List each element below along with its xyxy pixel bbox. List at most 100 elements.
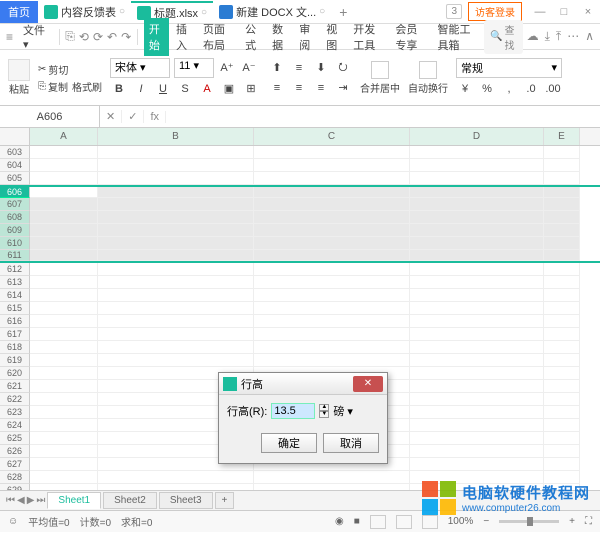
- cell[interactable]: [544, 419, 580, 432]
- cell[interactable]: [30, 432, 98, 445]
- cell[interactable]: [30, 211, 98, 224]
- sheet-tab-1[interactable]: Sheet1: [47, 492, 101, 509]
- close-icon[interactable]: ○: [319, 6, 325, 17]
- ribbon-tab-dev[interactable]: 开发工具: [348, 18, 388, 56]
- cell[interactable]: [544, 302, 580, 315]
- bold-button[interactable]: B: [110, 80, 128, 98]
- cell[interactable]: [98, 471, 254, 484]
- row-header[interactable]: 613: [0, 276, 30, 289]
- percent-icon[interactable]: %: [478, 80, 496, 98]
- cell[interactable]: [98, 187, 254, 198]
- number-format-select[interactable]: 常规▾: [456, 58, 562, 78]
- row-header[interactable]: 619: [0, 354, 30, 367]
- cell[interactable]: [544, 406, 580, 419]
- row-619[interactable]: 619: [0, 354, 600, 367]
- cell[interactable]: [254, 354, 410, 367]
- cell[interactable]: [98, 159, 254, 172]
- cell[interactable]: [30, 458, 98, 471]
- cell[interactable]: [30, 419, 98, 432]
- font-color-button[interactable]: A: [198, 80, 216, 98]
- row-header[interactable]: 610: [0, 237, 30, 250]
- search-box[interactable]: 🔍 查找: [484, 20, 523, 54]
- row-613[interactable]: 613: [0, 276, 600, 289]
- row-header[interactable]: 609: [0, 224, 30, 237]
- align-top-icon[interactable]: ⬆: [268, 59, 286, 77]
- cloud-icon[interactable]: ☁: [527, 29, 539, 44]
- print-icon[interactable]: ⟲: [79, 30, 89, 44]
- cell[interactable]: [410, 211, 544, 224]
- row-615[interactable]: 615: [0, 302, 600, 315]
- cell[interactable]: [98, 302, 254, 315]
- cell[interactable]: [30, 328, 98, 341]
- ribbon-tab-insert[interactable]: 插入: [171, 18, 196, 56]
- dialog-close-button[interactable]: ✕: [353, 376, 383, 392]
- cell[interactable]: [544, 250, 580, 261]
- cell[interactable]: [254, 328, 410, 341]
- eye-icon[interactable]: ◉: [335, 516, 344, 527]
- cell[interactable]: [544, 187, 580, 198]
- row-608[interactable]: 608: [0, 211, 600, 224]
- zoom-out-icon[interactable]: −: [483, 516, 489, 527]
- cell[interactable]: [254, 237, 410, 250]
- cell[interactable]: [410, 289, 544, 302]
- cell[interactable]: [30, 341, 98, 354]
- cell[interactable]: [254, 302, 410, 315]
- cell[interactable]: [30, 237, 98, 250]
- name-box[interactable]: A606: [0, 106, 100, 127]
- cell[interactable]: [98, 315, 254, 328]
- row-header[interactable]: 618: [0, 341, 30, 354]
- row-607[interactable]: 607: [0, 198, 600, 211]
- row-605[interactable]: 605: [0, 172, 600, 185]
- cell[interactable]: [30, 224, 98, 237]
- font-select[interactable]: 宋体 ▾: [110, 58, 170, 78]
- cell[interactable]: [30, 406, 98, 419]
- align-right-icon[interactable]: ≡: [312, 79, 330, 97]
- cell[interactable]: [30, 302, 98, 315]
- cell[interactable]: [30, 315, 98, 328]
- cell[interactable]: [544, 146, 580, 159]
- row-610[interactable]: 610: [0, 237, 600, 250]
- row-header[interactable]: 622: [0, 393, 30, 406]
- cell[interactable]: [30, 354, 98, 367]
- row-header[interactable]: 626: [0, 445, 30, 458]
- dec-dec-icon[interactable]: .00: [544, 80, 562, 98]
- cell[interactable]: [544, 237, 580, 250]
- row-header[interactable]: 607: [0, 198, 30, 211]
- cell[interactable]: [254, 224, 410, 237]
- cell[interactable]: [30, 367, 98, 380]
- cell[interactable]: [410, 250, 544, 261]
- decrease-font-icon[interactable]: A⁻: [240, 59, 258, 77]
- cell[interactable]: [30, 393, 98, 406]
- break-view-icon[interactable]: [422, 515, 438, 529]
- grid-icon[interactable]: ■: [354, 516, 360, 527]
- cell[interactable]: [254, 484, 410, 490]
- dialog-titlebar[interactable]: 行高 ✕: [219, 373, 387, 395]
- cell[interactable]: [410, 419, 544, 432]
- cell[interactable]: [410, 458, 544, 471]
- align-center-icon[interactable]: ≡: [290, 79, 308, 97]
- cell[interactable]: [544, 432, 580, 445]
- cell[interactable]: [254, 159, 410, 172]
- row-header[interactable]: 614: [0, 289, 30, 302]
- currency-icon[interactable]: ¥: [456, 80, 474, 98]
- sheet-tab-3[interactable]: Sheet3: [159, 492, 213, 509]
- cancel-formula-icon[interactable]: ✕: [100, 110, 122, 123]
- cell[interactable]: [98, 354, 254, 367]
- row-header[interactable]: 623: [0, 406, 30, 419]
- comma-icon[interactable]: ,: [500, 80, 518, 98]
- cell[interactable]: [410, 432, 544, 445]
- cell[interactable]: [30, 484, 98, 490]
- fx-icon[interactable]: fx: [144, 111, 166, 123]
- close-icon[interactable]: ○: [201, 7, 207, 18]
- row-603[interactable]: 603: [0, 146, 600, 159]
- cell[interactable]: [410, 198, 544, 211]
- cut-button[interactable]: ✂ 剪切: [38, 62, 102, 77]
- cell[interactable]: [254, 263, 410, 276]
- row-header[interactable]: 612: [0, 263, 30, 276]
- cell[interactable]: [30, 187, 98, 198]
- row-header[interactable]: 605: [0, 172, 30, 185]
- orientation-icon[interactable]: ⭮: [334, 59, 352, 77]
- wrap-button[interactable]: 自动换行: [408, 61, 448, 95]
- unit-select[interactable]: 磅 ▾: [333, 403, 353, 419]
- cell[interactable]: [254, 341, 410, 354]
